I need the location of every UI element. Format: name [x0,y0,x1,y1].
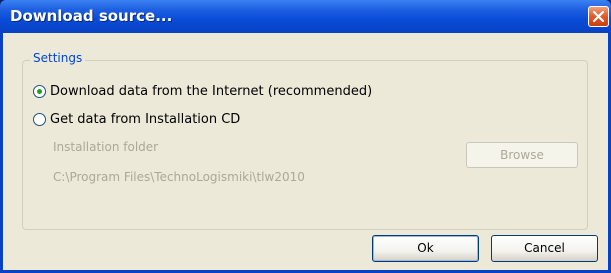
close-button[interactable] [588,6,609,27]
title-bar[interactable]: Download source... [0,0,611,33]
browse-button[interactable]: Browse [466,142,578,168]
radio-button-checked[interactable] [33,85,46,98]
radio-download-internet[interactable]: Download data from the Internet (recomme… [33,84,372,99]
cancel-button[interactable]: Cancel [491,235,598,262]
dialog-title: Download source... [10,7,173,25]
settings-group-label: Settings [30,51,86,65]
radio-installation-cd[interactable]: Get data from Installation CD [33,112,240,127]
dialog-window: Download source... Settings Download dat… [0,0,611,273]
radio-button-unchecked[interactable] [33,113,46,126]
close-icon [592,10,605,23]
ok-button[interactable]: Ok [372,235,479,262]
radio-label-internet: Download data from the Internet (recomme… [50,84,373,99]
radio-label-cd: Get data from Installation CD [50,112,241,127]
installation-folder-path: C:\Program Files\TechnoLogismiki\tlw2010 [53,170,305,184]
installation-folder-label: Installation folder [53,140,159,154]
